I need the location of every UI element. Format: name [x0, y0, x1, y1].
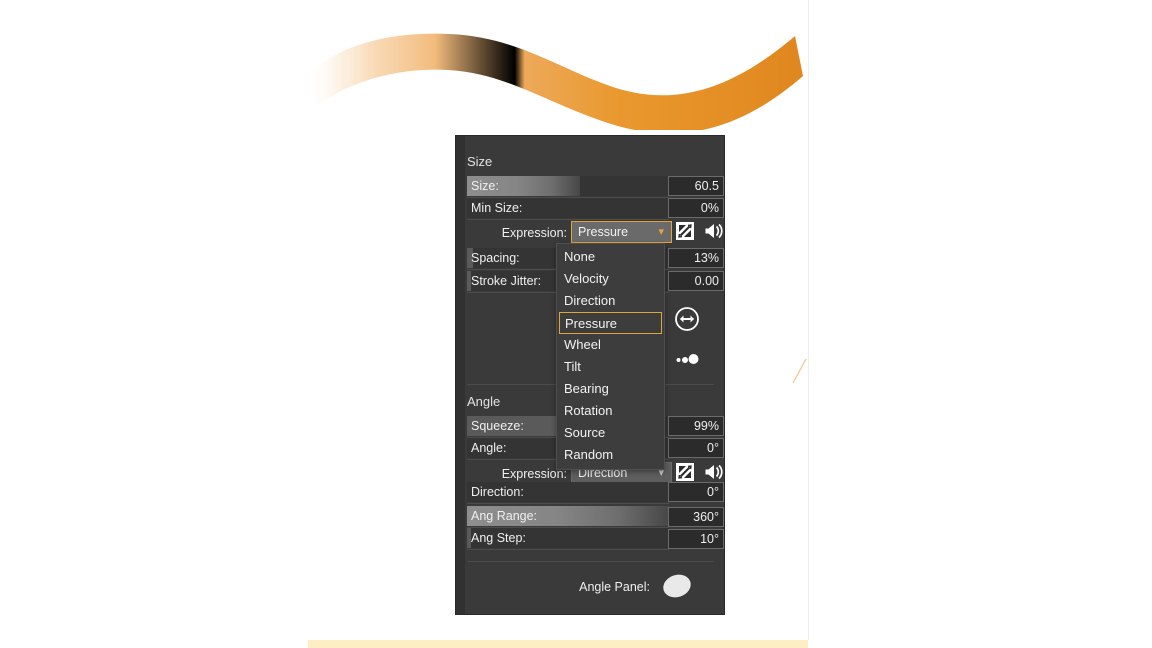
ang-range-slider[interactable]: Ang Range: — [467, 506, 669, 526]
angle-expression-label: Expression: — [501, 467, 567, 481]
taper-dots-icon[interactable] — [674, 346, 699, 368]
dropdown-item-bearing[interactable]: Bearing — [557, 378, 664, 400]
angle-slider-label: Angle: — [471, 441, 507, 455]
flip-direction-icon[interactable] — [674, 306, 699, 331]
min-size-value[interactable]: 0% — [668, 198, 724, 218]
divider — [467, 219, 669, 220]
stroke-jitter-slider-label: Stroke Jitter: — [471, 274, 542, 288]
size-slider-label: Size: — [471, 179, 499, 193]
dropdown-item-random[interactable]: Random — [557, 444, 664, 466]
group-divider — [467, 561, 714, 562]
group-title-size: Size — [467, 154, 493, 169]
invert-expression-icon[interactable] — [674, 220, 696, 242]
panel-left-rail — [456, 136, 465, 614]
pressure-curve-icon[interactable] — [701, 220, 723, 242]
spacing-slider-label: Spacing: — [471, 251, 520, 265]
size-slider[interactable]: Size: — [467, 176, 669, 196]
dropdown-item-source[interactable]: Source — [557, 422, 664, 444]
dropdown-item-velocity[interactable]: Velocity — [557, 268, 664, 290]
min-size-slider-label: Min Size: — [471, 201, 523, 215]
expression-dropdown[interactable]: None Velocity Direction Pressure Wheel T… — [556, 243, 665, 470]
brush-stroke-artwork — [306, 33, 803, 130]
squeeze-value[interactable]: 99% — [668, 416, 724, 436]
canvas-bottom-highlight-bar — [308, 640, 808, 648]
ang-step-slider-label: Ang Step: — [471, 531, 526, 545]
direction-slider-label: Direction: — [471, 485, 524, 499]
dropdown-item-rotation[interactable]: Rotation — [557, 400, 664, 422]
canvas-right-edge — [808, 0, 809, 640]
group-title-angle: Angle — [467, 394, 501, 409]
ang-range-slider-label: Ang Range: — [471, 509, 538, 523]
size-expression-value: Pressure — [578, 225, 629, 239]
ang-range-value[interactable]: 360° — [668, 507, 724, 527]
ang-step-slider[interactable]: Ang Step: — [467, 528, 669, 548]
angle-value[interactable]: 0° — [668, 438, 724, 458]
dropdown-item-pressure[interactable]: Pressure — [559, 312, 662, 334]
pressure-curve-icon[interactable] — [701, 461, 723, 483]
stray-brush-mark — [792, 358, 807, 384]
size-value[interactable]: 60.5 — [668, 176, 724, 196]
ang-step-value[interactable]: 10° — [668, 529, 724, 549]
stroke-jitter-value[interactable]: 0.00 — [668, 271, 724, 291]
angle-panel-ellipse-icon[interactable] — [657, 568, 697, 604]
dropdown-item-direction[interactable]: Direction — [557, 290, 664, 312]
invert-expression-icon[interactable] — [674, 461, 696, 483]
chevron-down-icon: ▾ — [658, 226, 664, 238]
dropdown-item-wheel[interactable]: Wheel — [557, 334, 664, 356]
squeeze-slider-label: Squeeze: — [471, 419, 524, 433]
divider — [467, 503, 669, 504]
spacing-value[interactable]: 13% — [668, 248, 724, 268]
angle-panel-label: Angle Panel: — [579, 580, 650, 594]
dropdown-item-none[interactable]: None — [557, 246, 664, 268]
direction-value[interactable]: 0° — [668, 482, 724, 502]
size-expression-combobox[interactable]: Pressure ▾ — [571, 221, 672, 243]
min-size-slider[interactable]: Min Size: — [467, 198, 669, 218]
direction-slider[interactable]: Direction: — [467, 482, 669, 502]
size-expression-label: Expression: — [501, 226, 567, 240]
dropdown-item-tilt[interactable]: Tilt — [557, 356, 664, 378]
divider — [467, 549, 669, 550]
